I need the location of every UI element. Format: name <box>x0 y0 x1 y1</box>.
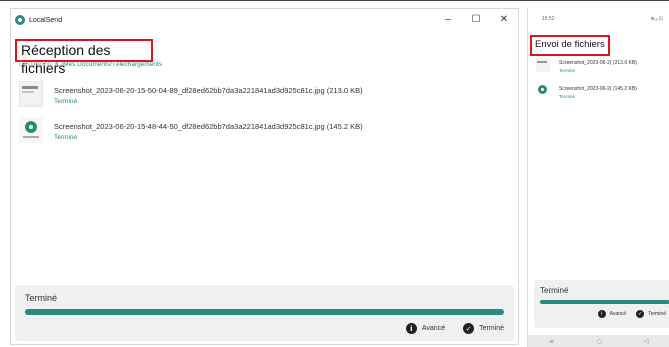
footer-status: Terminé <box>25 293 58 303</box>
mobile-footer-actions: i Avancé ✓ Terminé <box>597 310 666 318</box>
menu-icon[interactable]: ≡ <box>549 338 554 345</box>
check-icon: ✓ <box>636 310 645 318</box>
file-status: Terminé <box>54 134 78 141</box>
mobile-done-button[interactable]: ✓ Terminé <box>636 310 666 318</box>
done-label: Terminé <box>479 325 504 332</box>
mobile-file-name: Screenshot_2023-06-2( (213.0 KB) <box>559 60 637 66</box>
file-name: Screenshot_2023-06-20-15-50-04-89_df28ed… <box>54 86 363 95</box>
check-icon: ✓ <box>463 323 475 334</box>
info-icon: i <box>405 323 417 334</box>
mobile-progress-bar <box>540 300 669 304</box>
mobile-file-status: Terminé <box>559 94 576 99</box>
destination-path[interactable]: K:/Mes Documents/Téléchargements <box>55 61 162 68</box>
mobile-done-label: Terminé <box>648 311 666 317</box>
title-bar: LocalSend – ☐ ✕ <box>11 9 518 31</box>
info-icon: i <box>597 310 606 318</box>
close-button[interactable]: ✕ <box>490 9 518 31</box>
mobile-progress-fill <box>540 300 669 304</box>
mobile-advanced-button[interactable]: i Avancé <box>597 310 627 318</box>
mobile-file-row[interactable]: Screenshot_2023-06-2( (213.0 KB) Terminé <box>536 58 637 73</box>
mobile-status-bar: 15:52 ⊕ᵤᵢ ⊡ <box>528 8 669 30</box>
file-thumbnail-icon <box>19 81 43 107</box>
done-button[interactable]: ✓ Terminé <box>463 323 504 334</box>
top-rule <box>0 0 669 6</box>
mobile-file-name: Screenshot_2023-06-2( (145.2 KB) <box>559 86 637 92</box>
file-row[interactable]: Screenshot_2023-06-20-15-50-04-89_df28ed… <box>19 81 363 107</box>
file-thumbnail-icon <box>536 84 550 98</box>
app-logo-icon <box>15 15 25 25</box>
mobile-file-status: Terminé <box>559 68 576 73</box>
destination: Destination: K:/Mes Documents/Télécharge… <box>19 61 162 68</box>
signal-icon: ⊕ᵤᵢ ⊡ <box>650 16 663 22</box>
desktop-window: LocalSend – ☐ ✕ Réception des fichiers D… <box>10 8 519 345</box>
mobile-footer-status: Terminé <box>540 286 569 295</box>
mobile-transfer-footer: Terminé i Avancé ✓ Terminé <box>534 280 669 328</box>
maximize-button[interactable]: ☐ <box>462 9 490 31</box>
status-time: 15:52 <box>542 16 555 22</box>
page-title: Réception des fichiers <box>15 39 153 76</box>
advanced-button[interactable]: i Avancé <box>405 323 446 334</box>
destination-label: Destination: <box>19 61 56 68</box>
app-name: LocalSend <box>29 16 63 24</box>
back-icon[interactable]: ◁ <box>644 338 649 345</box>
transfer-footer: Terminé i Avancé ✓ Terminé <box>15 285 514 341</box>
progress-fill <box>25 309 504 315</box>
minimize-button[interactable]: – <box>434 9 462 31</box>
mobile-advanced-label: Avancé <box>609 311 627 317</box>
mobile-nav-bar: ≡ ○ ◁ <box>528 335 669 347</box>
file-name: Screenshot_2023-06-20-15-48-44-50_df28ed… <box>54 122 363 131</box>
window-controls: – ☐ ✕ <box>434 9 518 31</box>
mobile-file-row[interactable]: Screenshot_2023-06-2( (145.2 KB) Terminé <box>536 84 637 99</box>
progress-bar <box>25 309 504 315</box>
file-row[interactable]: Screenshot_2023-06-20-15-48-44-50_df28ed… <box>19 117 363 143</box>
mobile-page-title: Envoi de fichiers <box>530 35 610 56</box>
advanced-label: Avancé <box>421 325 446 332</box>
footer-actions: i Avancé ✓ Terminé <box>405 323 504 334</box>
file-thumbnail-icon <box>19 117 43 143</box>
home-icon[interactable]: ○ <box>597 338 602 345</box>
mobile-screen: 15:52 ⊕ᵤᵢ ⊡ Envoi de fichiers Screenshot… <box>527 8 669 347</box>
file-thumbnail-icon <box>536 58 550 72</box>
file-status: Terminé <box>54 98 78 105</box>
